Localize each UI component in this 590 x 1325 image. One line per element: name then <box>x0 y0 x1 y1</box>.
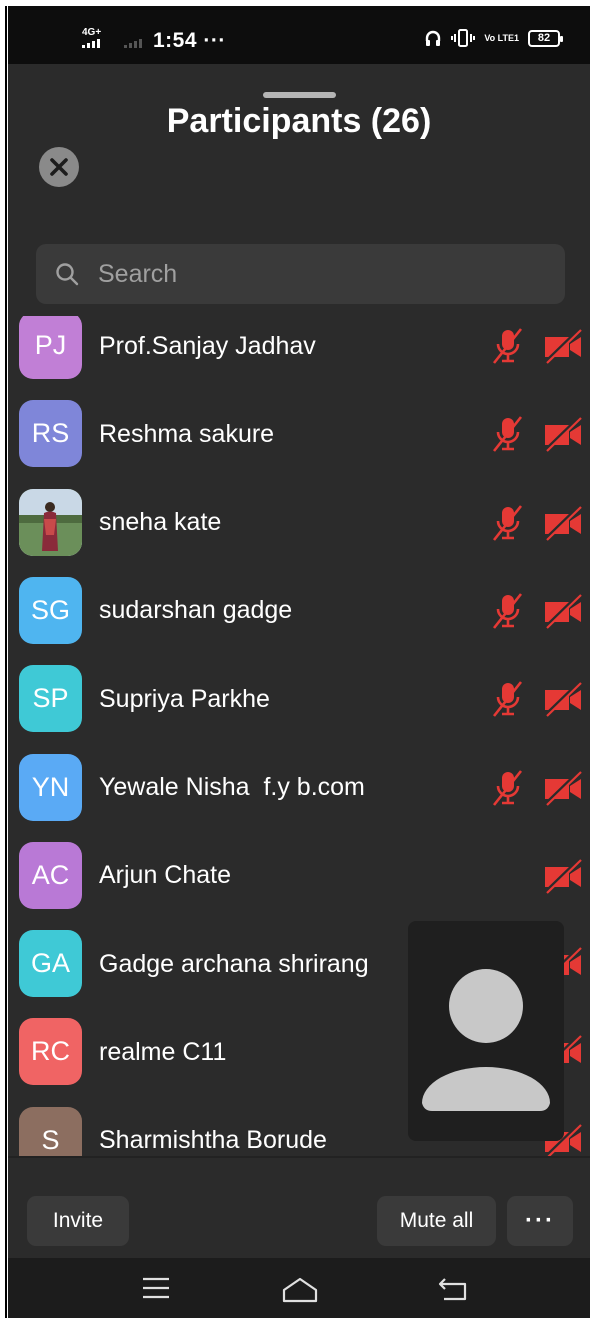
participant-name: Supriya Parkhe <box>99 684 270 713</box>
participant-row[interactable]: YN Yewale Nisha f.y b.com <box>8 744 590 832</box>
video-off-icon[interactable] <box>543 328 583 365</box>
app-frame: 4G+ 1:54 ··· Vo LTE1 82 Participants (26… <box>8 6 590 1318</box>
invite-button[interactable]: Invite <box>27 1196 129 1246</box>
network-type: 4G+ <box>82 27 102 38</box>
menu-icon[interactable] <box>142 1276 170 1300</box>
avatar: GA <box>19 930 82 998</box>
participant-name: sneha kate <box>99 508 222 537</box>
system-nav-bar <box>8 1258 590 1318</box>
avatar <box>19 488 82 556</box>
mic-muted-icon[interactable] <box>488 768 528 808</box>
participant-name: Reshma sakure <box>99 419 275 448</box>
participant-name: Prof.Sanjay Jadhav <box>99 331 316 360</box>
page-title: Participants (26) <box>166 102 432 140</box>
mic-muted-icon[interactable] <box>488 591 528 631</box>
status-bar: 4G+ 1:54 ··· Vo LTE1 82 <box>8 6 590 64</box>
participant-name: Sharmishtha Borude <box>99 1126 327 1155</box>
back-icon[interactable] <box>438 1276 468 1302</box>
avatar: YN <box>19 753 82 821</box>
signal-secondary-icon <box>124 39 142 48</box>
mic-muted-icon[interactable] <box>488 326 528 366</box>
search-placeholder: Search <box>98 259 178 288</box>
participant-row[interactable]: PJ Prof.Sanjay Jadhav <box>8 316 590 390</box>
headphones-icon <box>426 30 441 46</box>
person-placeholder-icon <box>422 969 550 1111</box>
close-icon <box>50 158 68 176</box>
vibrate-icon <box>451 29 476 47</box>
avatar: RC <box>19 1018 82 1086</box>
mic-muted-icon[interactable] <box>488 414 528 454</box>
drag-handle[interactable] <box>263 92 336 98</box>
video-off-icon[interactable] <box>543 505 583 542</box>
video-off-icon[interactable] <box>543 770 583 806</box>
video-off-icon[interactable] <box>543 593 583 630</box>
search-input[interactable]: Search <box>36 244 565 304</box>
volte-indicator: Vo LTE1 <box>484 32 519 43</box>
mute-all-button[interactable]: Mute all <box>377 1196 496 1246</box>
more-options-button[interactable]: ··· <box>507 1196 573 1246</box>
participant-row[interactable]: sneha kate <box>8 479 590 567</box>
battery-icon: 82 <box>528 29 563 47</box>
status-right: Vo LTE1 82 <box>424 29 563 47</box>
profile-photo <box>19 488 82 556</box>
participant-row[interactable]: SP Supriya Parkhe <box>8 655 590 743</box>
close-button[interactable] <box>39 147 79 187</box>
avatar: PJ <box>19 316 82 379</box>
self-video-tile[interactable] <box>408 921 564 1141</box>
home-icon[interactable] <box>281 1276 319 1304</box>
participant-name: Gadge archana shrirang <box>99 949 369 978</box>
avatar: S <box>19 1106 82 1156</box>
video-off-icon[interactable] <box>543 681 583 718</box>
video-off-icon[interactable] <box>543 416 583 453</box>
signal-icon <box>82 39 100 48</box>
mic-muted-icon[interactable] <box>488 679 528 719</box>
video-off-icon[interactable] <box>543 858 583 895</box>
participant-row[interactable]: SG sudarshan gadge <box>8 567 590 655</box>
participant-name: sudarshan gadge <box>99 596 293 625</box>
participant-name: Yewale Nisha f.y b.com <box>99 773 365 801</box>
search-icon <box>56 263 79 286</box>
mic-muted-icon[interactable] <box>488 503 528 543</box>
participant-row[interactable]: AC Arjun Chate <box>8 832 590 920</box>
status-time: 1:54 ··· <box>153 29 226 52</box>
participant-name: realme C11 <box>99 1037 227 1066</box>
participant-row[interactable]: RS Reshma sakure <box>8 390 590 478</box>
left-edge <box>0 0 8 1325</box>
participant-name: Arjun Chate <box>99 861 232 890</box>
avatar: RS <box>19 400 82 468</box>
avatar: SG <box>19 576 82 644</box>
bottom-toolbar: Invite Mute all ··· <box>8 1156 590 1256</box>
avatar: SP <box>19 665 82 733</box>
avatar: AC <box>19 841 82 909</box>
bottom-edge <box>0 1318 590 1325</box>
